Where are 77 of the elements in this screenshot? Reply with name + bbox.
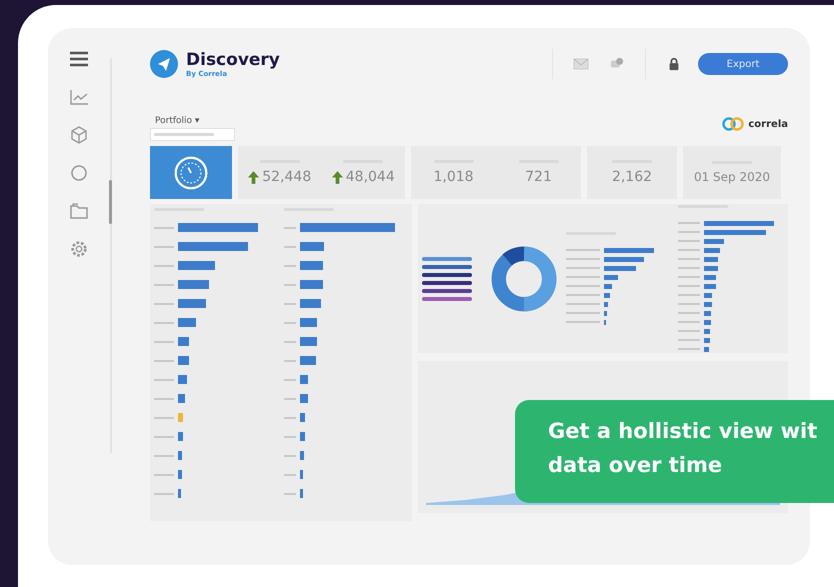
bar — [704, 284, 716, 288]
bar — [178, 299, 206, 308]
bar — [178, 394, 185, 403]
bar — [178, 280, 209, 289]
select-field[interactable] — [150, 128, 235, 141]
app-name: Discovery — [186, 50, 280, 70]
bar — [300, 299, 321, 308]
export-button[interactable]: Export — [698, 53, 788, 75]
bar — [300, 470, 303, 479]
bar — [178, 489, 181, 498]
bar — [300, 432, 305, 441]
bar — [704, 292, 712, 298]
bar — [704, 230, 766, 234]
bar — [704, 220, 774, 226]
bar — [604, 310, 607, 316]
bar — [704, 266, 718, 270]
circle-icon[interactable] — [69, 164, 90, 182]
callout-text: data over time — [548, 452, 722, 479]
bar — [300, 318, 317, 327]
bar — [704, 346, 709, 352]
chart-icon[interactable] — [69, 88, 90, 106]
bar — [300, 356, 316, 365]
bar — [178, 451, 182, 460]
paper-plane-icon — [150, 50, 178, 78]
bar — [704, 320, 711, 324]
settings-icon[interactable] — [69, 240, 90, 258]
up-arrow-icon — [332, 170, 343, 184]
bar — [704, 274, 716, 280]
bar — [178, 356, 189, 365]
bar — [704, 338, 710, 342]
bar — [178, 261, 215, 270]
mail-icon[interactable] — [573, 57, 589, 71]
bar — [300, 337, 317, 346]
bar — [604, 248, 654, 252]
callout-text: Get a hollistic view wit — [548, 418, 818, 445]
folder-icon[interactable] — [69, 202, 90, 220]
bar — [604, 284, 612, 288]
bar — [178, 375, 187, 384]
bar — [300, 489, 303, 498]
bar — [704, 310, 711, 316]
cube-icon[interactable] — [69, 126, 90, 144]
bar — [300, 261, 323, 270]
bar — [704, 248, 720, 252]
kpi-value: 2,162 — [612, 169, 652, 185]
bar — [704, 328, 710, 334]
bar — [178, 337, 189, 346]
bar — [178, 470, 182, 479]
bar — [604, 256, 644, 262]
bar — [704, 238, 724, 244]
bar — [300, 451, 304, 460]
bar — [300, 280, 323, 289]
bar — [178, 318, 196, 327]
bar — [604, 292, 610, 298]
kpi-value: 01 Sep 2020 — [694, 170, 770, 184]
bar — [178, 413, 183, 422]
gauge-face-icon — [173, 154, 209, 190]
portfolio-dropdown[interactable]: Portfolio ▾ — [150, 112, 235, 128]
kpi-value: 48,044 — [346, 169, 395, 185]
bar — [604, 302, 608, 306]
brand-logo-text: correla — [748, 118, 788, 130]
rings-logo-icon — [722, 117, 744, 131]
kpi-value: 52,448 — [262, 169, 312, 185]
kpi-value: 1,018 — [433, 169, 474, 185]
bar — [704, 302, 712, 306]
bar — [704, 256, 718, 262]
kpi-value: 721 — [525, 169, 552, 185]
bar — [300, 242, 324, 251]
bar — [178, 242, 248, 251]
bar — [604, 274, 618, 280]
up-arrow-icon — [248, 170, 260, 184]
bar — [604, 266, 636, 270]
scrollbar-thumb[interactable] — [109, 180, 112, 224]
bar — [178, 432, 183, 441]
menu-icon[interactable] — [69, 50, 90, 68]
bar — [300, 394, 308, 403]
bar — [300, 413, 305, 422]
bar — [300, 375, 308, 384]
